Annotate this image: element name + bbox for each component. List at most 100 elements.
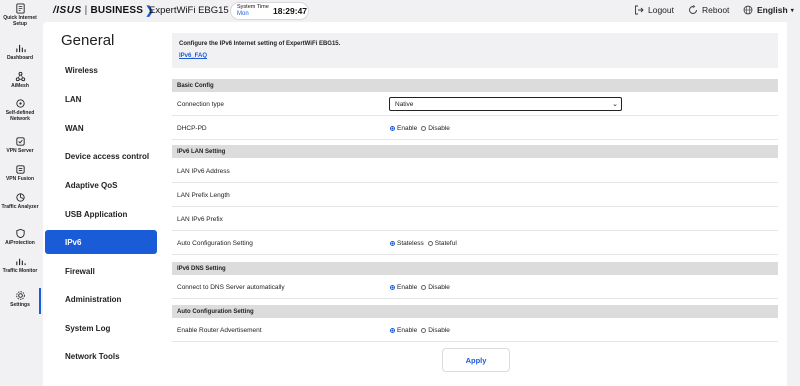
top-header: /ISUS | BUSINESS ❯ ExpertWiFi EBG15 Syst… [40, 0, 800, 22]
traffic-analyzer-icon [15, 193, 25, 202]
traffic-monitor-icon [15, 258, 26, 266]
stateful-radio[interactable]: Stateful [427, 240, 457, 247]
dns-auto-enable-radio[interactable]: Enable [390, 284, 417, 291]
rail-item-settings[interactable]: Settings [0, 290, 40, 308]
row-lan-ipv6-prefix: LAN IPv6 Prefix [172, 208, 778, 231]
router-advertisement-options: Enable Disable [390, 319, 454, 341]
aimesh-icon [15, 71, 25, 82]
system-time-label: System Time [237, 4, 269, 10]
rail-item-vpn-fusion[interactable]: VPN Fusion [0, 164, 40, 182]
rail-label: Traffic Monitor [2, 268, 38, 274]
dhcp-pd-disable-radio[interactable]: Disable [421, 125, 450, 132]
subnav-item-usb-application[interactable]: USB Application [45, 202, 157, 226]
rail-item-quick-setup[interactable]: Quick Internet Setup [0, 3, 40, 27]
subnav-item-network-tools[interactable]: Network Tools [45, 344, 157, 368]
radio-label: Disable [428, 326, 450, 334]
radio-dot [390, 327, 395, 333]
radio-dot [421, 125, 427, 131]
subnav-item-firewall[interactable]: Firewall [45, 259, 157, 283]
vpn-server-icon [15, 137, 25, 146]
ipv6-settings-panel: Configure the IPv6 Internet setting of E… [160, 22, 787, 386]
stateless-radio[interactable]: Stateless [390, 240, 424, 247]
rail-item-aimesh[interactable]: AiMesh [0, 71, 40, 89]
subnav-item-administration[interactable]: Administration [45, 287, 157, 311]
subnav-item-system-log[interactable]: System Log [45, 316, 157, 340]
dhcp-pd-options: Enable Disable [390, 117, 454, 139]
rail-label: VPN Fusion [5, 176, 35, 182]
rail-item-dashboard[interactable]: Dashboard [0, 43, 40, 61]
row-lan-ipv6-address: LAN IPv6 Address [172, 160, 778, 183]
description-box: Configure the IPv6 Internet setting of E… [172, 33, 778, 68]
section-ipv6-dns: IPv6 DNS Setting [172, 262, 778, 275]
caret-down-icon: ▾ [790, 7, 794, 14]
quick-setup-icon [15, 3, 25, 14]
row-lan-prefix-length: LAN Prefix Length [172, 184, 778, 207]
settings-subnav: General Wireless LAN WAN Device access c… [43, 22, 160, 386]
logout-icon [635, 5, 644, 15]
row-auto-configuration: Auto Configuration Setting Stateless Sta… [172, 232, 778, 255]
rail-item-traffic-monitor[interactable]: Traffic Monitor [0, 256, 40, 274]
subnav-item-wireless[interactable]: Wireless [45, 58, 157, 82]
subnav-item-lan[interactable]: LAN [45, 87, 157, 111]
logout-button[interactable]: Logout [634, 5, 674, 15]
ipv6-faq-link[interactable]: IPv6_FAQ [179, 53, 207, 59]
lan-ipv6-address-label: LAN IPv6 Address [177, 167, 230, 175]
radio-dot [427, 240, 433, 246]
icon-rail: Quick Internet Setup Dashboard AiMesh Se… [0, 0, 41, 386]
logout-label: Logout [648, 5, 674, 15]
connection-type-label: Connection type [177, 100, 224, 108]
select-caret-icon: ⌄ [612, 101, 618, 108]
language-select[interactable]: English ▾ [743, 5, 794, 15]
radio-dot [421, 327, 427, 333]
radio-label: Stateless [397, 239, 424, 247]
subnav-item-wan[interactable]: WAN [45, 116, 157, 140]
reboot-icon [689, 5, 697, 14]
router-adv-disable-radio[interactable]: Disable [421, 327, 450, 334]
vpn-fusion-icon [15, 165, 25, 174]
dns-auto-disable-radio[interactable]: Disable [421, 284, 450, 291]
brand-asus: /ISUS [53, 4, 82, 16]
rail-label: AiProtection [5, 240, 35, 246]
radio-dot [390, 284, 395, 290]
subnav-item-device-access-control[interactable]: Device access control [45, 144, 157, 168]
rail-item-vpn-server[interactable]: VPN Server [0, 136, 40, 154]
globe-icon [743, 5, 753, 15]
system-time-pill: System Time Mon 18:29:47 [230, 2, 309, 20]
radio-label: Enable [397, 124, 418, 132]
rail-item-aiprotection[interactable]: AiProtection [0, 228, 40, 246]
subnav-item-adaptive-qos[interactable]: Adaptive QoS [45, 173, 157, 197]
row-router-advertisement: Enable Router Advertisement Enable Disab… [172, 319, 778, 342]
dhcp-pd-enable-radio[interactable]: Enable [390, 125, 417, 132]
router-adv-enable-radio[interactable]: Enable [390, 327, 417, 334]
row-dns-auto: Connect to DNS Server automatically Enab… [172, 276, 778, 299]
brand-logo[interactable]: /ISUS | BUSINESS ❯ [53, 4, 155, 17]
right-margin [787, 22, 800, 386]
subnav-item-ipv6[interactable]: IPv6 [45, 230, 157, 254]
dns-auto-label: Connect to DNS Server automatically [177, 283, 285, 291]
connection-type-value: Native [395, 100, 414, 108]
device-model: ExpertWiFi EBG15 [149, 5, 229, 16]
dns-auto-options: Enable Disable [390, 276, 454, 298]
rail-active-indicator [39, 288, 41, 314]
page-description: Configure the IPv6 Internet setting of E… [179, 41, 341, 47]
settings-icon [15, 291, 25, 300]
dhcp-pd-label: DHCP-PD [177, 124, 207, 132]
router-advertisement-label: Enable Router Advertisement [177, 326, 262, 334]
network-icon [15, 99, 25, 108]
rail-item-self-defined-network[interactable]: Self-defined Network [0, 98, 40, 122]
dashboard-icon [15, 44, 26, 53]
reboot-button[interactable]: Reboot [688, 5, 729, 15]
apply-button[interactable]: Apply [442, 348, 510, 372]
rail-label: Settings [10, 302, 30, 308]
rail-label: Traffic Analyzer [1, 204, 39, 210]
brand-separator: | [84, 4, 88, 16]
connection-type-select[interactable]: Native ⌄ [389, 97, 622, 111]
language-label: English [757, 5, 788, 15]
radio-dot [390, 240, 395, 246]
rail-label: VPN Server [6, 148, 34, 154]
radio-label: Enable [397, 283, 418, 291]
rail-item-traffic-analyzer[interactable]: Traffic Analyzer [0, 192, 40, 210]
rail-label: Self-defined Network [5, 110, 35, 122]
section-ipv6-lan: IPv6 LAN Setting [172, 145, 778, 158]
subnav-title: General [61, 32, 115, 49]
